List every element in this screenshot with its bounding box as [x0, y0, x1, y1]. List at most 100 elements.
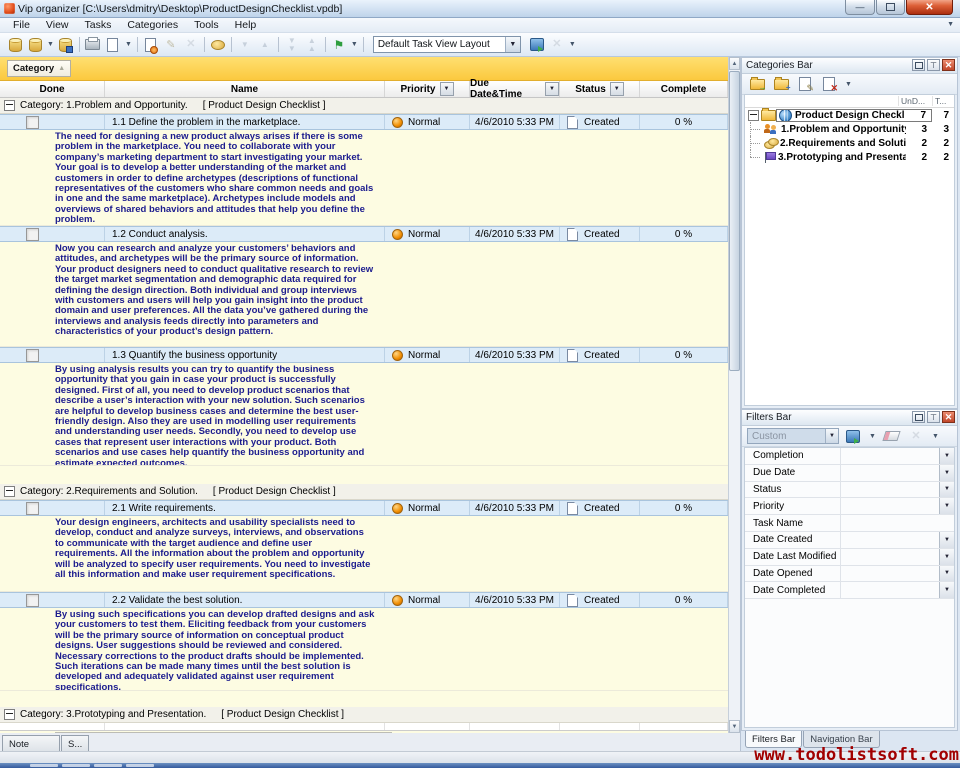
- menubar-overflow-icon[interactable]: ▼: [947, 21, 954, 28]
- undone-column-header[interactable]: UnD...: [898, 96, 932, 106]
- pin-panel-button[interactable]: ⊤: [927, 411, 940, 423]
- layout-combo-dropdown-icon[interactable]: ▼: [505, 37, 520, 52]
- menu-help[interactable]: Help: [227, 18, 265, 32]
- view-mode-dropdown-icon[interactable]: ▼: [351, 41, 358, 48]
- move-up-button[interactable]: ▲: [255, 35, 275, 55]
- filter-value-field[interactable]: [841, 465, 939, 481]
- filters-toolbar-overflow-icon[interactable]: ▼: [932, 433, 939, 440]
- filter-value-field[interactable]: [841, 549, 939, 565]
- task-done-checkbox[interactable]: [26, 228, 39, 241]
- close-panel-button[interactable]: ✕: [942, 59, 955, 71]
- total-column-header[interactable]: T...: [932, 96, 954, 106]
- save-layout-button[interactable]: [527, 35, 547, 55]
- filter-dropdown-icon[interactable]: ▼: [939, 498, 954, 514]
- add-subcategory-button[interactable]: +: [771, 74, 791, 94]
- open-database-dropdown-icon[interactable]: ▼: [47, 41, 54, 48]
- filter-value-field[interactable]: [841, 582, 939, 598]
- collapse-group-icon[interactable]: [4, 486, 15, 497]
- open-database-button[interactable]: [25, 35, 45, 55]
- filter-value-field[interactable]: [841, 566, 939, 582]
- task-row[interactable]: 1.1 Define the problem in the marketplac…: [0, 114, 728, 130]
- float-panel-button[interactable]: [912, 411, 925, 423]
- complete-task-button[interactable]: [208, 35, 228, 55]
- menu-categories[interactable]: Categories: [119, 18, 186, 32]
- move-down-button[interactable]: ▼: [235, 35, 255, 55]
- tree-row-category[interactable]: 2.Requirements and Solution 2 2: [745, 136, 954, 150]
- collapse-group-icon[interactable]: [4, 100, 15, 111]
- print-preview-button[interactable]: [103, 35, 123, 55]
- task-row[interactable]: 1.2 Conduct analysis. Normal 4/6/2010 5:…: [0, 226, 728, 242]
- column-header-name[interactable]: Name: [105, 81, 385, 97]
- print-button[interactable]: [83, 35, 103, 55]
- column-header-complete[interactable]: Complete: [640, 81, 728, 97]
- task-row[interactable]: 1.3 Quantify the business opportunity No…: [0, 347, 728, 363]
- category-group-row[interactable]: Category: 3.Prototyping and Presentation…: [0, 707, 728, 723]
- move-bottom-button[interactable]: ▼▼: [282, 35, 302, 55]
- delete-layout-button[interactable]: ✕: [547, 35, 567, 55]
- menu-file[interactable]: File: [5, 18, 38, 32]
- task-done-checkbox[interactable]: [26, 502, 39, 515]
- filter-dropdown-icon[interactable]: ▼: [939, 582, 954, 598]
- column-header-priority[interactable]: Priority▼: [385, 81, 470, 97]
- scrollbar-thumb[interactable]: [729, 71, 740, 371]
- scroll-down-icon[interactable]: ▼: [729, 720, 740, 733]
- delete-task-button[interactable]: ✕: [181, 35, 201, 55]
- edit-task-button[interactable]: ✎: [161, 35, 181, 55]
- filter-dropdown-icon[interactable]: ▼: [939, 482, 954, 498]
- layout-toolbar-overflow-icon[interactable]: ▼: [569, 41, 576, 48]
- filter-dropdown-icon[interactable]: ▼: [939, 448, 954, 464]
- column-header-done[interactable]: Done: [0, 81, 105, 97]
- new-task-button[interactable]: [141, 35, 161, 55]
- move-top-button[interactable]: ▲▲: [302, 35, 322, 55]
- view-mode-button[interactable]: ⚑: [329, 35, 349, 55]
- filter-preset-dropdown-icon[interactable]: ▼: [825, 429, 838, 443]
- edit-category-button[interactable]: ✎: [795, 74, 815, 94]
- filter-preset-combo[interactable]: Custom ▼: [747, 428, 839, 444]
- filter-value-field[interactable]: [841, 498, 939, 514]
- due-filter-icon[interactable]: ▼: [545, 82, 559, 96]
- task-done-checkbox[interactable]: [26, 349, 39, 362]
- menu-view[interactable]: View: [38, 18, 77, 32]
- filter-dropdown-icon[interactable]: ▼: [939, 549, 954, 565]
- column-header-status[interactable]: Status▼: [560, 81, 640, 97]
- category-group-row[interactable]: Category: 1.Problem and Opportunity. [ P…: [0, 98, 728, 114]
- scroll-up-icon[interactable]: ▲: [729, 57, 740, 70]
- filter-dropdown-icon[interactable]: ▼: [939, 465, 954, 481]
- task-row[interactable]: 2.1 Write requirements. Normal 4/6/2010 …: [0, 500, 728, 516]
- task-done-checkbox[interactable]: [26, 116, 39, 129]
- menu-tools[interactable]: Tools: [186, 18, 227, 32]
- save-filter-button[interactable]: [843, 426, 863, 446]
- delete-category-button[interactable]: ✕: [819, 74, 839, 94]
- group-by-category-button[interactable]: Category ▲: [7, 60, 71, 77]
- column-header-due[interactable]: Due Date&Time▼: [470, 81, 560, 97]
- priority-filter-icon[interactable]: ▼: [440, 82, 454, 96]
- filter-value-field[interactable]: [841, 515, 954, 531]
- minimize-button[interactable]: —: [845, 0, 875, 15]
- filter-value-field[interactable]: [841, 482, 939, 498]
- maximize-button[interactable]: [876, 0, 905, 15]
- categories-toolbar-overflow-icon[interactable]: ▼: [845, 81, 852, 88]
- print-dropdown-icon[interactable]: ▼: [125, 41, 132, 48]
- close-button[interactable]: ✕: [906, 0, 953, 15]
- status-filter-icon[interactable]: ▼: [610, 82, 624, 96]
- tree-collapse-icon[interactable]: [748, 110, 759, 121]
- tree-row-root[interactable]: Product Design Checklist 7 7: [745, 108, 954, 122]
- pin-panel-button[interactable]: ⊤: [927, 59, 940, 71]
- task-done-checkbox[interactable]: [26, 594, 39, 607]
- tree-row-category[interactable]: 3.Prototyping and Presentation 2 2: [745, 150, 954, 164]
- task-row[interactable]: 2.2 Validate the best solution. Normal 4…: [0, 592, 728, 608]
- filter-value-field[interactable]: [841, 532, 939, 548]
- filter-dropdown-icon[interactable]: ▼: [939, 566, 954, 582]
- filter-value-field[interactable]: [841, 448, 939, 464]
- save-filter-dropdown-icon[interactable]: ▼: [869, 433, 876, 440]
- delete-filter-button[interactable]: ✕: [906, 426, 926, 446]
- menu-tasks[interactable]: Tasks: [77, 18, 120, 32]
- tree-row-category[interactable]: 1.Problem and Opportunity. 3 3: [745, 122, 954, 136]
- new-database-button[interactable]: [5, 35, 25, 55]
- layout-combo[interactable]: Default Task View Layout ▼: [373, 36, 521, 53]
- float-panel-button[interactable]: [912, 59, 925, 71]
- grid-scrollbar[interactable]: ▲ ▼: [728, 57, 740, 733]
- category-group-row[interactable]: Category: 2.Requirements and Solution. […: [0, 484, 728, 500]
- collapse-group-icon[interactable]: [4, 709, 15, 720]
- filter-dropdown-icon[interactable]: ▼: [939, 532, 954, 548]
